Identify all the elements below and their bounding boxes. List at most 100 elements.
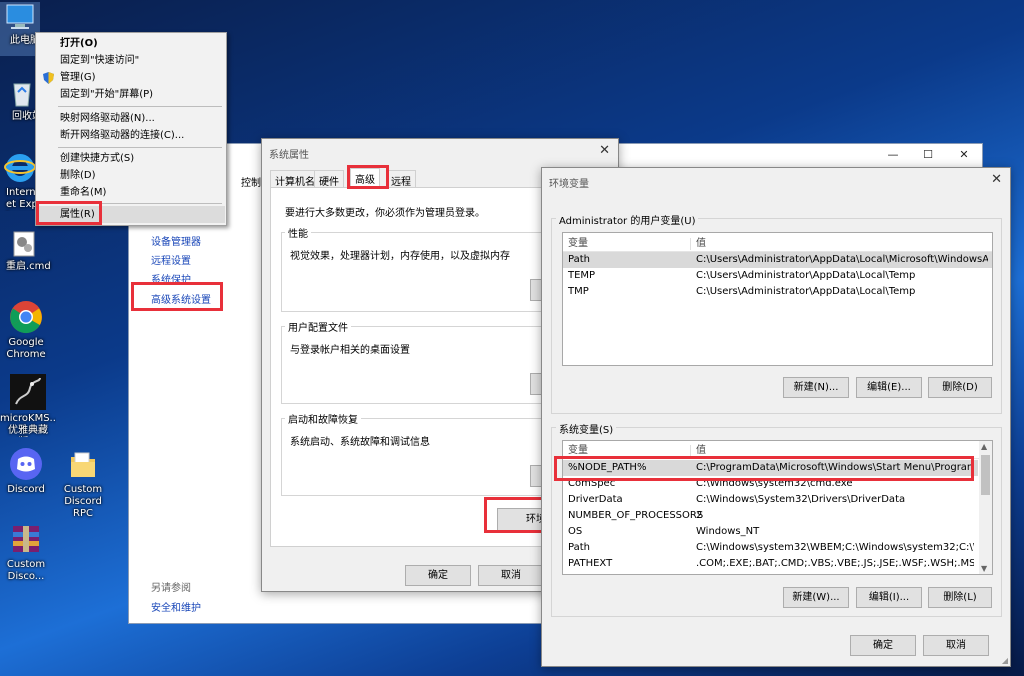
var-name: TMP [568, 286, 589, 297]
maximize-icon[interactable]: ☐ [919, 148, 937, 161]
resize-grip-icon[interactable]: ◢ [1002, 656, 1008, 665]
var-name: DriverData [568, 494, 623, 505]
desktop-icon-custom-discord-rpc[interactable]: Custom Discord RPC [54, 449, 112, 520]
desktop-icon-google-chrome[interactable]: Google Chrome [0, 300, 52, 361]
cancel-button[interactable]: 取消 [923, 635, 989, 656]
menu-item-manage[interactable]: 管理(G) [37, 69, 225, 86]
dragon-icon [10, 374, 46, 410]
desktop-icon-label: Discord [7, 484, 45, 495]
column-value[interactable]: 值 [696, 236, 988, 251]
system-new-button[interactable]: 新建(W)... [783, 587, 849, 608]
system-delete-button[interactable]: 删除(L) [928, 587, 992, 608]
desktop-icon-label: 此电脑 [10, 35, 40, 46]
chrome-icon [9, 300, 43, 334]
scroll-down-icon[interactable]: ▼ [981, 564, 987, 573]
discord-icon [9, 447, 43, 481]
table-row[interactable]: PATHEXT .COM;.EXE;.BAT;.CMD;.VBS;.VBE;.J… [563, 556, 978, 572]
see-also-heading: 另请参阅 [151, 583, 191, 594]
link-system-protection[interactable]: 系统保护 [151, 271, 191, 286]
menu-item-label: 固定到"快速访问" [60, 55, 140, 66]
menu-item-rename[interactable]: 重命名(M) [37, 184, 225, 201]
tab-remote[interactable]: 远程 [386, 170, 416, 188]
var-name: %NODE_PATH% [568, 462, 647, 473]
table-row[interactable]: OS Windows_NT [563, 524, 978, 540]
performance-desc: 视觉效果，处理器计划，内存使用，以及虚拟内存 [290, 251, 510, 262]
tab-computer-name[interactable]: 计算机名 [270, 170, 320, 188]
breadcrumb-fragment: 控制 [241, 178, 261, 189]
table-row[interactable]: TEMP C:\Users\Administrator\AppData\Loca… [563, 268, 992, 284]
desktop-icon-this-pc[interactable]: 此电脑 [0, 2, 40, 56]
desktop-icon-discord[interactable]: Discord [0, 447, 52, 496]
system-edit-button[interactable]: 编辑(I)... [856, 587, 922, 608]
context-menu: 打开(O) 固定到"快速访问" 管理(G) 固定到"开始"屏幕(P) 映射网络驱… [35, 32, 227, 226]
admin-note: 要进行大多数更改，你必须作为管理员登录。 [285, 208, 485, 219]
tab-hardware[interactable]: 硬件 [314, 170, 344, 188]
ok-button[interactable]: 确定 [850, 635, 916, 656]
close-icon[interactable]: ✕ [955, 148, 973, 161]
desktop-icon-microkms[interactable]: microKMS...优雅典藏版... [0, 374, 56, 437]
var-name: Path [568, 254, 590, 265]
cancel-button[interactable]: 取消 [478, 565, 544, 586]
table-row[interactable]: DriverData C:\Windows\System32\Drivers\D… [563, 492, 978, 508]
column-variable[interactable]: 变量 [568, 443, 588, 458]
var-name: Path [568, 542, 590, 553]
var-value: Windows_NT [696, 526, 760, 537]
environment-variables-dialog: 环境变量 ✕ Administrator 的用户变量(U) 变量 值 Path … [541, 167, 1011, 667]
var-value: C:\ProgramData\Microsoft\Windows\Start M… [696, 462, 974, 473]
menu-item-open[interactable]: 打开(O) [37, 35, 225, 52]
menu-item-pin-quick-access[interactable]: 固定到"快速访问" [37, 52, 225, 69]
var-name: TEMP [568, 270, 596, 281]
menu-item-label: 创建快捷方式(S) [60, 153, 135, 164]
user-vars-table[interactable]: 变量 值 Path C:\Users\Administrator\AppData… [562, 232, 993, 366]
desktop-icon-label: Google Chrome [6, 337, 46, 360]
user-delete-button[interactable]: 删除(D) [928, 377, 992, 398]
tab-advanced[interactable]: 高级 [350, 168, 380, 188]
desktop-icon-internet-explorer[interactable]: Internet Explorer [0, 152, 40, 211]
ok-button[interactable]: 确定 [405, 565, 471, 586]
menu-item-pin-start[interactable]: 固定到"开始"屏幕(P) [37, 86, 225, 103]
table-row[interactable]: Path C:\Windows\system32\WBEM;C:\Windows… [563, 540, 978, 556]
scroll-up-icon[interactable]: ▲ [981, 442, 987, 451]
vertical-scrollbar[interactable]: ▲ ▼ [979, 441, 992, 574]
table-row[interactable]: NUMBER_OF_PROCESSORS 2 [563, 508, 978, 524]
table-row[interactable]: %NODE_PATH% C:\ProgramData\Microsoft\Win… [563, 460, 978, 476]
menu-item-label: 重命名(M) [60, 187, 107, 198]
scroll-thumb[interactable] [981, 455, 990, 495]
minimize-icon[interactable]: — [884, 148, 902, 161]
system-vars-label: 系统变量(S) [556, 421, 617, 436]
close-icon[interactable]: ✕ [991, 172, 1002, 187]
desktop-icon-restart-cmd[interactable]: 重启.cmd [0, 230, 51, 273]
user-profiles-label: 用户配置文件 [285, 319, 351, 334]
table-row[interactable]: TMP C:\Users\Administrator\AppData\Local… [563, 284, 992, 300]
menu-item-delete[interactable]: 删除(D) [37, 167, 225, 184]
link-device-manager[interactable]: 设备管理器 [151, 233, 201, 248]
column-value[interactable]: 值 [696, 443, 988, 458]
menu-item-label: 删除(D) [60, 170, 96, 181]
link-security-maintenance[interactable]: 安全和维护 [151, 599, 201, 614]
link-remote-settings[interactable]: 远程设置 [151, 252, 191, 267]
user-edit-button[interactable]: 编辑(E)... [856, 377, 922, 398]
menu-item-disconnect-drive[interactable]: 断开网络驱动器的连接(C)... [37, 127, 225, 144]
close-icon[interactable]: ✕ [599, 143, 610, 158]
table-row[interactable]: ComSpec C:\Windows\system32\cmd.exe [563, 476, 978, 492]
menu-item-label: 属性(R) [60, 209, 95, 220]
cmd-file-icon [10, 230, 38, 258]
desktop-icon-custom-disco[interactable]: Custom Disco... [0, 522, 52, 583]
var-name: PATHEXT [568, 558, 613, 569]
user-new-button[interactable]: 新建(N)... [783, 377, 849, 398]
table-row[interactable]: Path C:\Users\Administrator\AppData\Loca… [563, 252, 992, 268]
system-vars-table[interactable]: 变量 值 %NODE_PATH% C:\ProgramData\Microsof… [562, 440, 993, 575]
user-profiles-desc: 与登录帐户相关的桌面设置 [290, 345, 410, 356]
menu-separator [58, 106, 222, 107]
menu-item-create-shortcut[interactable]: 创建快捷方式(S) [37, 150, 225, 167]
menu-item-properties[interactable]: 属性(R) [37, 206, 225, 223]
winrar-icon [9, 522, 43, 556]
table-header: 变量 值 [563, 236, 992, 252]
desktop-icon-label: Custom Discord RPC [63, 484, 103, 519]
link-advanced-system-settings[interactable]: 高级系统设置 [151, 291, 211, 306]
column-variable[interactable]: 变量 [568, 236, 588, 251]
startup-recovery-label: 启动和故障恢复 [285, 411, 361, 426]
var-name: NUMBER_OF_PROCESSORS [568, 510, 704, 521]
menu-item-map-drive[interactable]: 映射网络驱动器(N)... [37, 110, 225, 127]
var-name: OS [568, 526, 583, 537]
